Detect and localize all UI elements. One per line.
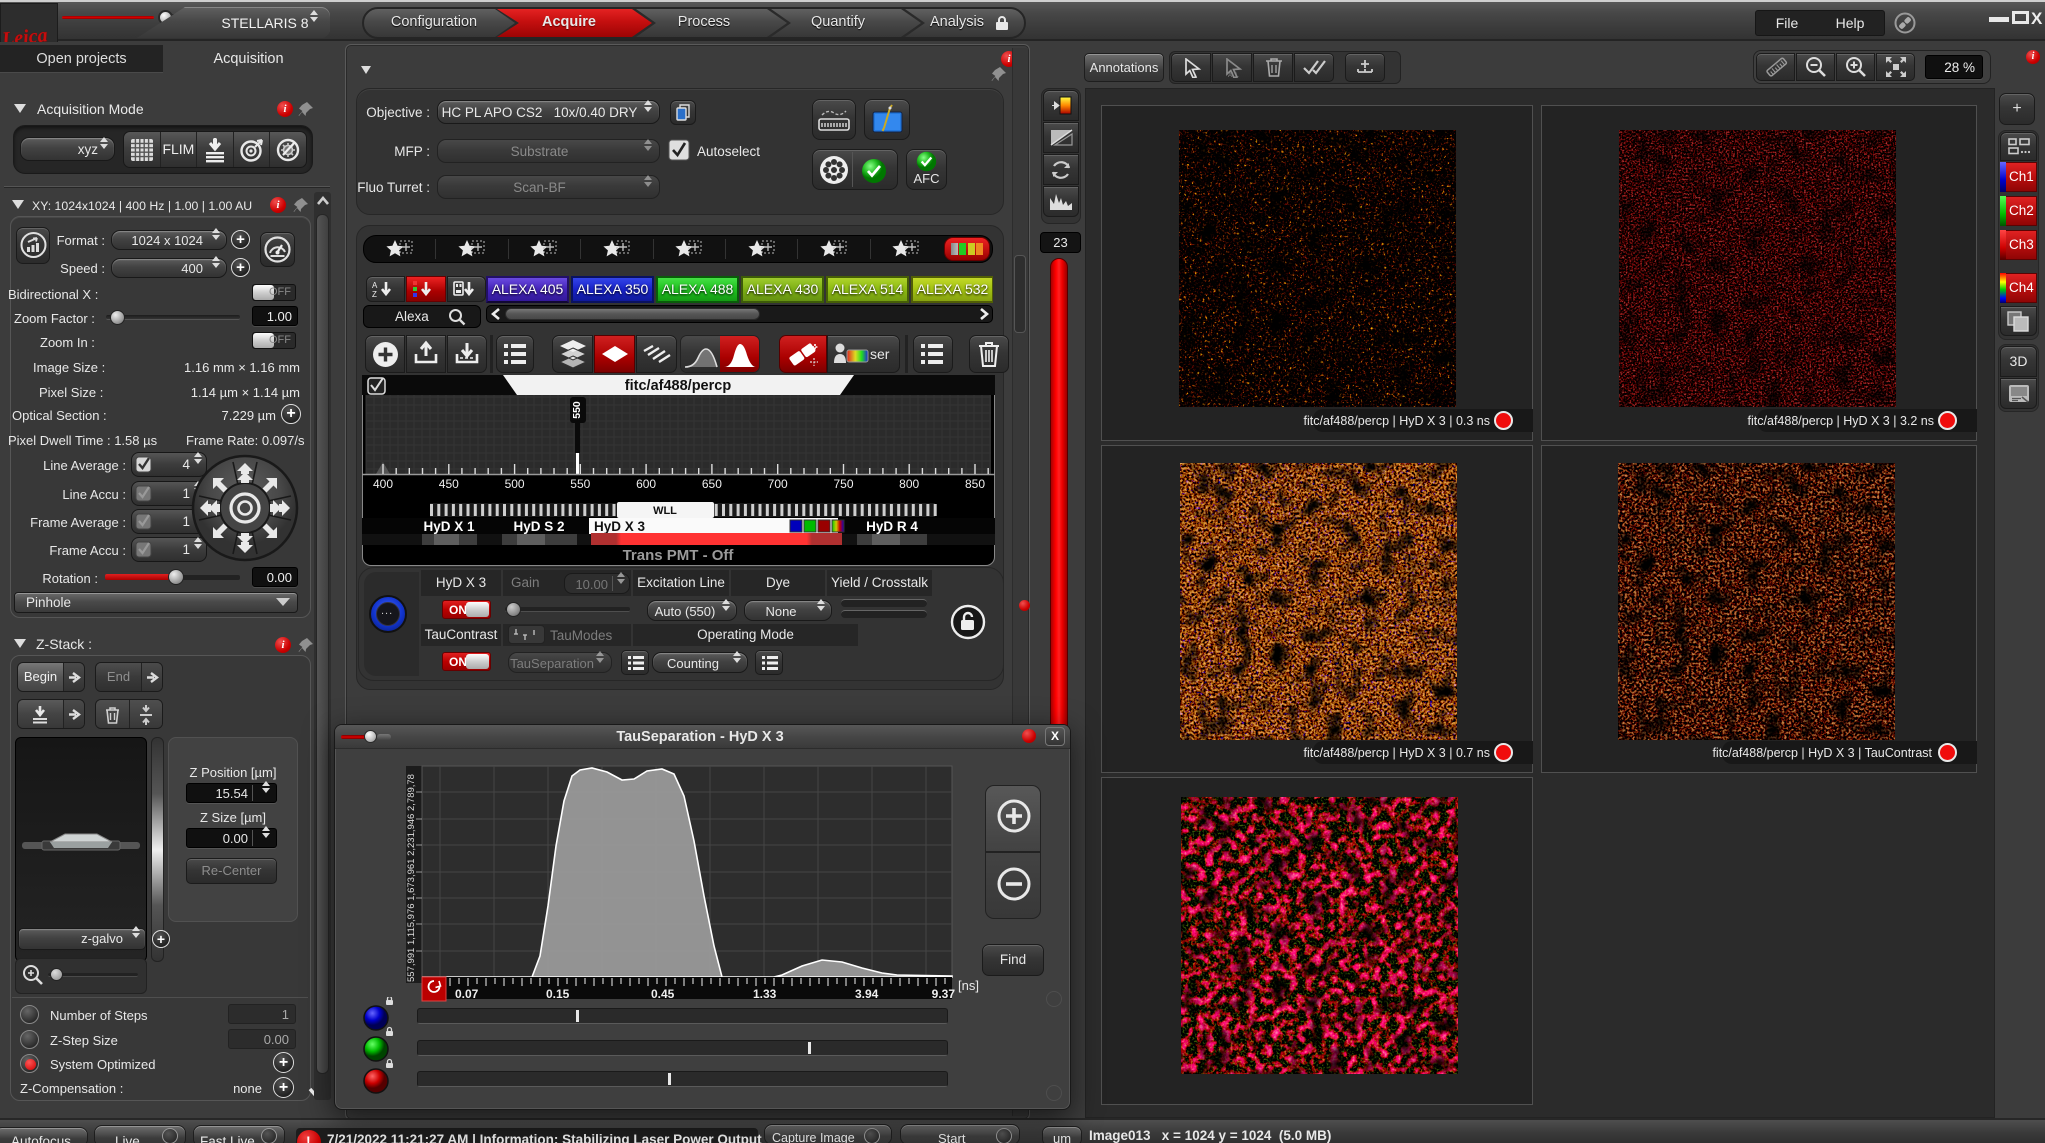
svg-text:0.15: 0.15 <box>546 987 570 1001</box>
svg-text:HyD X 3: HyD X 3 <box>594 519 646 534</box>
svg-text:500: 500 <box>505 477 525 491</box>
svg-text:550: 550 <box>571 401 583 419</box>
svg-text:9.37: 9.37 <box>932 987 956 1001</box>
svg-text:700: 700 <box>768 477 788 491</box>
svg-text:850: 850 <box>965 477 985 491</box>
svg-text:Trans PMT - Off: Trans PMT - Off <box>623 547 735 564</box>
svg-text:1.33: 1.33 <box>753 987 777 1001</box>
svg-text:750: 750 <box>833 477 853 491</box>
svg-text:3.94: 3.94 <box>855 987 879 1001</box>
svg-text:0.07: 0.07 <box>455 987 479 1001</box>
svg-text:Z: Z <box>372 290 377 298</box>
svg-text:800: 800 <box>899 477 919 491</box>
svg-text:WLL: WLL <box>653 505 677 517</box>
svg-text:600: 600 <box>636 477 656 491</box>
svg-text:550: 550 <box>570 477 590 491</box>
svg-text:fitc/af488/percp: fitc/af488/percp <box>625 378 732 394</box>
svg-text:A: A <box>372 281 378 290</box>
svg-text:ALL: ALL <box>1228 73 1239 78</box>
svg-text:400: 400 <box>373 477 393 491</box>
svg-text:557,991 1,115,976 1,673,961 2,: 557,991 1,115,976 1,673,961 2,231,946 2,… <box>406 774 417 982</box>
svg-text:650: 650 <box>702 477 722 491</box>
svg-text:HyD S 2: HyD S 2 <box>513 519 564 534</box>
svg-text:HyD R 4: HyD R 4 <box>866 519 918 534</box>
svg-text:0.45: 0.45 <box>651 987 675 1001</box>
svg-text:HyD X 1: HyD X 1 <box>423 519 475 534</box>
svg-text:450: 450 <box>439 477 459 491</box>
